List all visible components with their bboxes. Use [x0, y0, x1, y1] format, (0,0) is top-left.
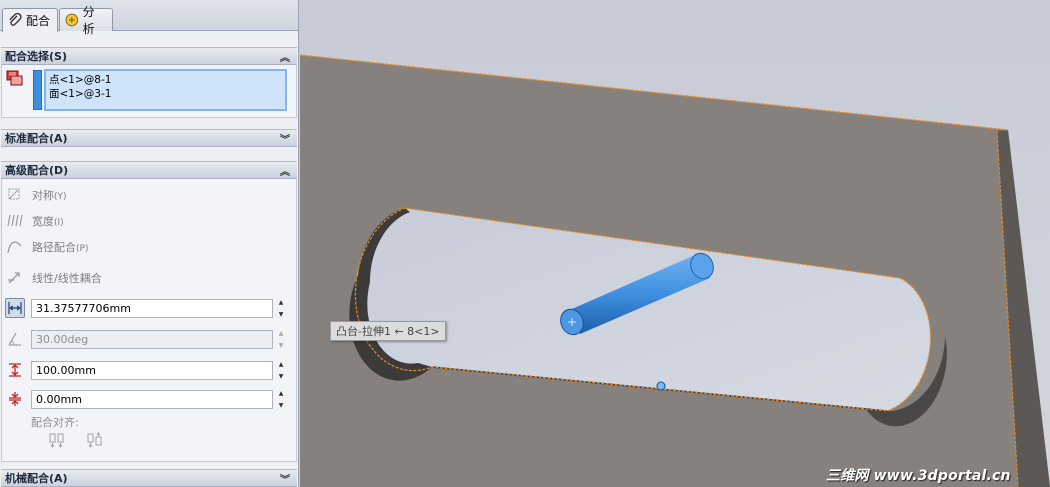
tab-bar: 配合 分析: [0, 0, 298, 36]
min-field[interactable]: 0.00mm: [31, 390, 273, 409]
anti-aligned-icon[interactable]: [86, 432, 104, 448]
standard-mates-title: 标准配合(A): [5, 132, 68, 145]
linear-coupler-icon: [8, 272, 20, 284]
max-field[interactable]: 100.00mm: [31, 361, 273, 380]
mate-alignment-label: 配合对齐:: [31, 416, 79, 429]
paperclip-icon: [9, 12, 22, 26]
analysis-icon: [65, 13, 79, 27]
tab-analysis[interactable]: 分析: [59, 5, 113, 36]
tab-mates[interactable]: 配合: [2, 8, 58, 32]
tab-mates-label: 配合: [26, 14, 51, 28]
linear-coupler-option[interactable]: 线性/线性耦合: [6, 269, 102, 286]
path-mate-icon: [7, 241, 22, 254]
symmetric-option[interactable]: 对称(Y): [6, 186, 67, 203]
mate-entities-icon: [6, 70, 23, 86]
mechanical-mates-header[interactable]: 机械配合(A) ︾: [1, 469, 297, 487]
path-mate-shortcut: (P): [76, 243, 89, 254]
entity-tooltip: 凸台-拉伸1 ← 8<1>: [330, 321, 446, 341]
max-value-button: [5, 360, 25, 380]
linear-coupler-label: 线性/线性耦合: [32, 271, 102, 285]
symmetric-label: 对称: [32, 188, 54, 202]
angle-field[interactable]: 30.00deg: [31, 330, 273, 349]
angle-mate-button[interactable]: [5, 329, 25, 349]
distance-field[interactable]: 31.37577706mm: [31, 299, 273, 318]
mechanical-mates-title: 机械配合(A): [5, 472, 68, 485]
list-item[interactable]: 点<1>@8-1: [49, 73, 282, 87]
mate-selection-title: 配合选择(S): [5, 50, 67, 63]
path-mate-label: 路径配合: [32, 240, 76, 254]
list-item[interactable]: 面<1>@3-1: [49, 87, 282, 101]
model-view: [300, 0, 1050, 487]
graphics-viewport[interactable]: [300, 0, 1050, 487]
width-option[interactable]: 宽度(I): [6, 212, 64, 229]
expand-down-icon[interactable]: ︾: [279, 471, 291, 486]
mate-point-marker[interactable]: [656, 381, 666, 391]
min-stepper[interactable]: ▲ ▼: [275, 390, 287, 409]
tab-analysis-label: 分析: [82, 5, 95, 36]
mate-selection-list[interactable]: 点<1>@8-1 面<1>@3-1: [44, 69, 287, 111]
property-manager: 配合 分析 配合选择(S) ︽ 点<1>@8-1 面<1>@3-1 标准配合(A…: [0, 0, 299, 487]
symmetric-shortcut: (Y): [54, 191, 67, 202]
minimum-icon: [9, 392, 21, 406]
symmetric-icon: [8, 188, 20, 200]
aligned-icon[interactable]: [48, 432, 66, 448]
collapse-up-icon[interactable]: ︽: [279, 163, 291, 178]
mate-selection-header[interactable]: 配合选择(S) ︽: [1, 47, 297, 65]
max-stepper[interactable]: ▲ ▼: [275, 361, 287, 380]
width-label: 宽度: [32, 214, 54, 228]
collapse-up-icon[interactable]: ︽: [279, 49, 291, 64]
distance-stepper[interactable]: ▲ ▼: [275, 299, 287, 318]
angle-icon: [8, 332, 21, 346]
watermark-text: 三维网 www.3dportal.cn: [826, 468, 1011, 484]
path-mate-option[interactable]: 路径配合(P): [6, 238, 88, 255]
width-shortcut: (I): [54, 217, 64, 228]
width-icon: [7, 214, 23, 227]
expand-down-icon[interactable]: ︾: [279, 131, 291, 146]
distance-mate-button[interactable]: [5, 298, 25, 318]
selection-color-bar: [33, 70, 42, 110]
advanced-mates-header[interactable]: 高级配合(D) ︽: [1, 161, 297, 179]
distance-icon: [8, 302, 22, 314]
angle-stepper[interactable]: ▲ ▼: [275, 330, 287, 349]
min-value-button: [5, 389, 25, 409]
standard-mates-header[interactable]: 标准配合(A) ︾: [1, 129, 297, 147]
maximum-icon: [9, 363, 21, 377]
advanced-mates-title: 高级配合(D): [5, 164, 69, 177]
